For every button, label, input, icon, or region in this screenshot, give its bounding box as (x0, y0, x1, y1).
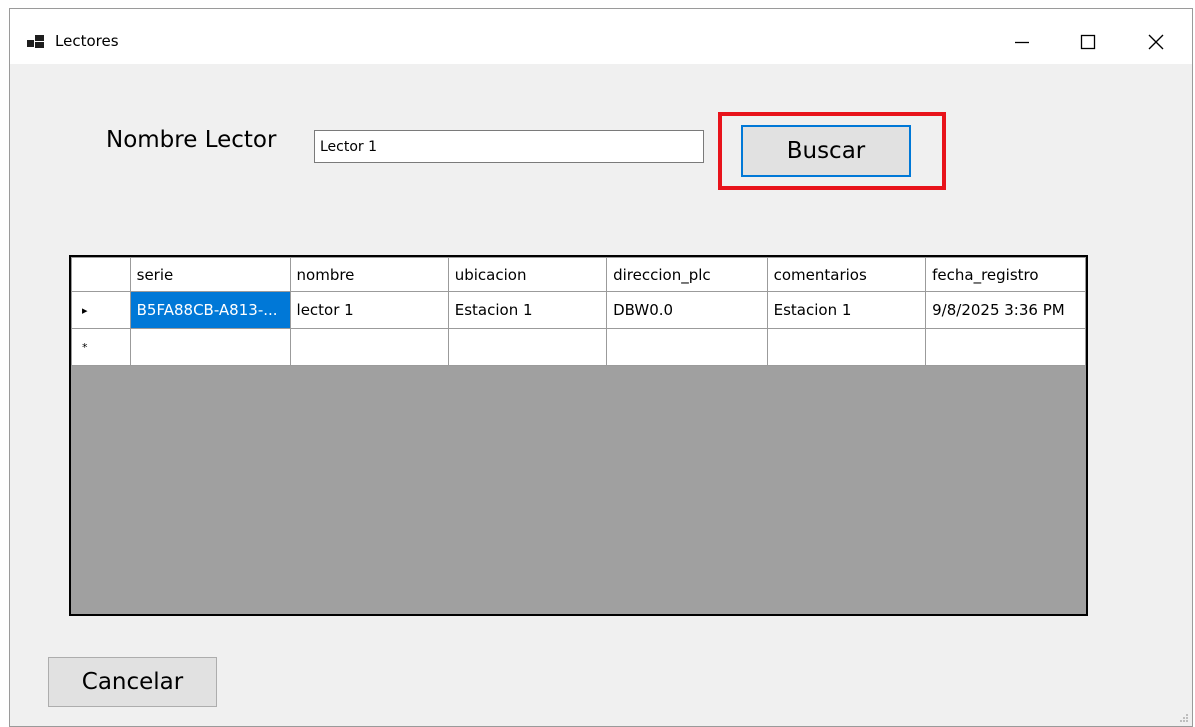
nombre-lector-input[interactable] (314, 130, 704, 163)
column-header-ubicacion[interactable]: ubicacion (447, 257, 608, 292)
close-button[interactable] (1125, 21, 1187, 63)
grid-table: serie nombre ubicacion direccion_plc com… (71, 257, 1086, 366)
cell-ubicacion[interactable]: Estacion 1 (447, 291, 608, 329)
maximize-icon (1080, 34, 1096, 50)
cell-fecha-registro[interactable]: 9/8/2025 3:36 PM (925, 291, 1086, 329)
column-header-direccion-plc[interactable]: direccion_plc (606, 257, 768, 292)
row-header[interactable]: ▸ (71, 291, 131, 329)
new-cell-fecha-registro[interactable] (925, 328, 1086, 366)
title-bar[interactable]: Lectores (10, 9, 1192, 64)
new-cell-direccion-plc[interactable] (606, 328, 768, 366)
new-cell-serie[interactable] (129, 328, 291, 366)
column-header-nombre[interactable]: nombre (289, 257, 449, 292)
new-row[interactable]: * (71, 328, 1086, 366)
close-icon (1148, 34, 1164, 50)
cell-serie[interactable]: B5FA88CB-A813-... (129, 291, 291, 329)
app-window-icon (27, 35, 45, 49)
window-title: Lectores (55, 32, 119, 50)
lectores-data-grid[interactable]: serie nombre ubicacion direccion_plc com… (69, 255, 1088, 616)
maximize-button[interactable] (1057, 21, 1119, 63)
new-cell-comentarios[interactable] (766, 328, 927, 366)
buscar-button[interactable]: Buscar (741, 125, 911, 177)
column-header-fecha-registro[interactable]: fecha_registro (925, 257, 1086, 292)
resize-grip-icon[interactable] (1179, 713, 1189, 723)
new-cell-nombre[interactable] (289, 328, 449, 366)
new-row-header[interactable]: * (71, 328, 131, 366)
column-header-comentarios[interactable]: comentarios (766, 257, 927, 292)
column-header-serie[interactable]: serie (129, 257, 291, 292)
grid-corner-header[interactable] (71, 257, 131, 292)
cell-comentarios[interactable]: Estacion 1 (766, 291, 927, 329)
cancelar-button[interactable]: Cancelar (48, 657, 217, 707)
minimize-button[interactable] (991, 21, 1053, 63)
grid-header-row: serie nombre ubicacion direccion_plc com… (71, 257, 1086, 292)
table-row[interactable]: ▸ B5FA88CB-A813-... lector 1 Estacion 1 … (71, 291, 1086, 329)
lectores-window: Lectores Nombre Lector Buscar serie nomb… (9, 8, 1193, 727)
cell-nombre[interactable]: lector 1 (289, 291, 449, 329)
new-row-asterisk-icon: * (82, 340, 88, 354)
cell-direccion-plc[interactable]: DBW0.0 (606, 291, 768, 329)
minimize-icon (1015, 41, 1029, 44)
new-cell-ubicacion[interactable] (447, 328, 608, 366)
nombre-lector-label: Nombre Lector (106, 127, 277, 153)
current-row-arrow-icon: ▸ (82, 303, 88, 317)
